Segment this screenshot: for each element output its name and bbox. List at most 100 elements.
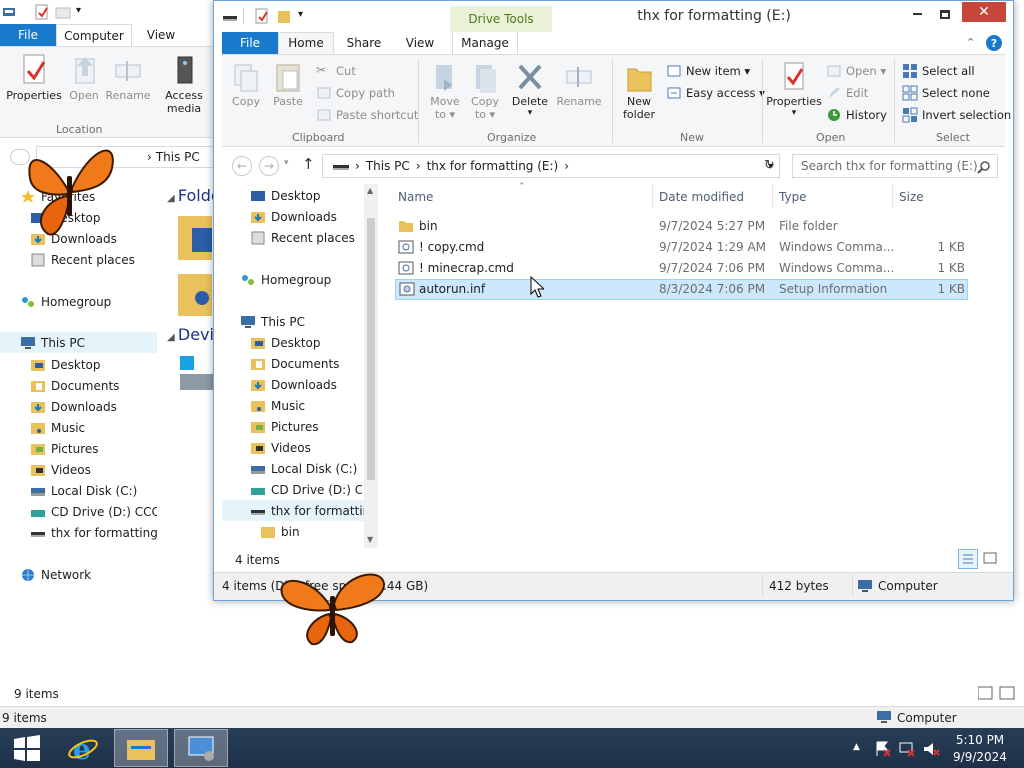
close-button[interactable]: ✕ <box>962 2 1006 22</box>
back-tab-computer[interactable]: Computer <box>56 24 132 46</box>
taskbar-ie-button[interactable]: e <box>56 729 110 767</box>
back-tab-file[interactable]: File <box>0 24 56 46</box>
clock-date[interactable]: 9/9/2024 <box>950 750 1010 764</box>
properties-qat-icon[interactable] <box>34 4 50 20</box>
file-row[interactable]: bin 9/7/2024 5:27 PM File folder <box>395 216 968 237</box>
back-nav-homegroup[interactable]: Homegroup <box>20 291 111 312</box>
up-button[interactable]: ↑ <box>302 155 315 173</box>
volume-tray-icon[interactable] <box>922 740 940 758</box>
nav-pc-downloads[interactable]: Downloads <box>250 374 337 395</box>
column-header-type[interactable]: Type <box>779 190 807 204</box>
nav-downloads[interactable]: Downloads <box>250 206 337 227</box>
new-item-button[interactable]: New item ▾ <box>666 63 750 79</box>
search-box[interactable]: Search thx for formatting (E:) <box>792 154 998 178</box>
forward-button[interactable]: → <box>259 156 279 176</box>
nav-scrollbar[interactable]: ▲ ▼ <box>364 184 378 548</box>
title-bar[interactable]: ▾ thx for formatting (E:) ✕ <box>214 1 1013 32</box>
back-nav-music[interactable]: Music <box>30 417 85 438</box>
tab-share[interactable]: Share <box>336 32 392 54</box>
back-tab-view[interactable]: View <box>134 24 188 46</box>
back-nav-usb[interactable]: thx for formatting (E:) <box>30 522 157 543</box>
drive-icon[interactable] <box>222 10 238 24</box>
column-header-size[interactable]: Size <box>899 190 924 204</box>
clock-time[interactable]: 5:10 PM <box>950 733 1010 747</box>
action-center-icon[interactable] <box>874 740 892 758</box>
back-nav-recent[interactable]: Recent places <box>30 249 135 270</box>
easy-access-button[interactable]: Easy access ▾ <box>666 85 765 101</box>
back-access-media-button[interactable]: Access media <box>160 53 208 115</box>
nav-videos[interactable]: Videos <box>250 437 311 458</box>
back-properties-button[interactable]: Properties <box>6 53 62 102</box>
back-open-button[interactable]: Open <box>64 53 104 102</box>
open-button[interactable]: Open ▾ <box>826 63 886 79</box>
paste-shortcut-button[interactable]: Paste shortcut <box>316 107 418 123</box>
tab-file[interactable]: File <box>222 32 278 54</box>
column-header-date[interactable]: Date modified <box>659 190 744 204</box>
copy-button[interactable]: Copy <box>228 61 264 108</box>
copy-path-button[interactable]: Copy path <box>316 85 395 101</box>
large-icons-view-button[interactable] <box>981 549 1001 569</box>
move-to-button[interactable]: Move to ▾ <box>426 61 464 121</box>
nav-desktop[interactable]: Desktop <box>250 185 321 206</box>
view-toggle-icon[interactable] <box>978 686 1018 700</box>
nav-pc-desktop[interactable]: Desktop <box>250 332 321 353</box>
back-nav-this-pc[interactable]: This PC <box>0 332 157 353</box>
delete-button[interactable]: Delete ▾ <box>508 61 552 118</box>
help-icon[interactable]: ? <box>986 35 1002 51</box>
file-row[interactable]: ! minecrap.cmd 9/7/2024 7:06 PM Windows … <box>395 258 968 279</box>
nav-this-pc[interactable]: This PC <box>240 311 305 332</box>
cut-button[interactable]: ✂ Cut <box>316 63 356 79</box>
properties-qat-icon[interactable] <box>254 8 270 24</box>
crumb-drive[interactable]: thx for formatting (E:) <box>427 159 559 173</box>
drive-icon[interactable] <box>2 5 16 19</box>
paste-button[interactable]: Paste <box>268 61 308 108</box>
tab-manage[interactable]: Manage <box>452 32 518 54</box>
back-crumb-this-pc[interactable]: This PC <box>156 150 200 164</box>
invert-selection-button[interactable]: Invert selection <box>902 107 1011 123</box>
nav-homegroup[interactable]: Homegroup <box>240 269 331 290</box>
tab-home[interactable]: Home <box>278 32 334 54</box>
ribbon-collapse-icon[interactable]: ⌃ <box>966 36 975 49</box>
scroll-up-icon[interactable]: ▲ <box>367 186 373 195</box>
back-nav-pc-desktop[interactable]: Desktop <box>30 354 101 375</box>
nav-recent-places[interactable]: Recent places <box>250 227 355 248</box>
file-row-selected[interactable]: autorun.inf 8/3/2024 7:06 PM Setup Infor… <box>395 279 968 300</box>
scroll-down-icon[interactable]: ▼ <box>367 535 373 544</box>
nav-cd-drive[interactable]: CD Drive (D:) CCCOMA <box>250 479 362 500</box>
history-button[interactable]: History <box>826 107 887 123</box>
search-input[interactable]: Search thx for formatting (E:) <box>801 159 978 173</box>
maximize-button[interactable] <box>932 5 958 23</box>
recent-locations-icon[interactable]: ▾ <box>284 158 289 168</box>
nav-pictures[interactable]: Pictures <box>250 416 319 437</box>
nav-music[interactable]: Music <box>250 395 305 416</box>
back-nav-pictures[interactable]: Pictures <box>30 438 99 459</box>
nav-documents[interactable]: Documents <box>250 353 339 374</box>
column-divider[interactable] <box>772 184 773 208</box>
address-box[interactable]: › This PC › thx for formatting (E:) › ▾ <box>322 154 780 178</box>
column-header-name[interactable]: Name <box>398 190 433 204</box>
tab-view[interactable]: View <box>394 32 446 54</box>
minimize-button[interactable] <box>904 5 930 23</box>
back-rename-button[interactable]: Rename <box>104 53 152 102</box>
qat-dropdown-icon[interactable]: ▾ <box>298 9 303 20</box>
taskbar-control-panel-button[interactable] <box>174 729 228 767</box>
crumb-this-pc[interactable]: This PC <box>366 159 410 173</box>
back-nav-pc-downloads[interactable]: Downloads <box>30 396 117 417</box>
back-nav-cd-drive[interactable]: CD Drive (D:) CCCOMA <box>30 501 157 522</box>
taskbar-explorer-button[interactable] <box>114 729 168 767</box>
nav-bin-folder[interactable]: bin <box>260 521 300 542</box>
search-icon[interactable] <box>977 160 991 174</box>
back-nav-network[interactable]: Network <box>20 564 91 585</box>
start-button[interactable] <box>0 729 54 767</box>
scroll-thumb[interactable] <box>367 218 375 480</box>
back-button[interactable]: ← <box>232 156 252 176</box>
details-view-button[interactable] <box>958 549 978 569</box>
properties-button[interactable]: Properties ▾ <box>766 61 822 118</box>
refresh-button[interactable]: ↻ <box>764 158 775 173</box>
select-none-button[interactable]: Select none <box>902 85 990 101</box>
copy-to-button[interactable]: Copy to ▾ <box>466 61 504 121</box>
new-folder-button[interactable]: New folder <box>618 61 660 121</box>
back-nav-local-disk[interactable]: Local Disk (C:) <box>30 480 137 501</box>
network-tray-icon[interactable] <box>898 740 916 758</box>
qat-dropdown-icon[interactable]: ▾ <box>76 5 81 16</box>
